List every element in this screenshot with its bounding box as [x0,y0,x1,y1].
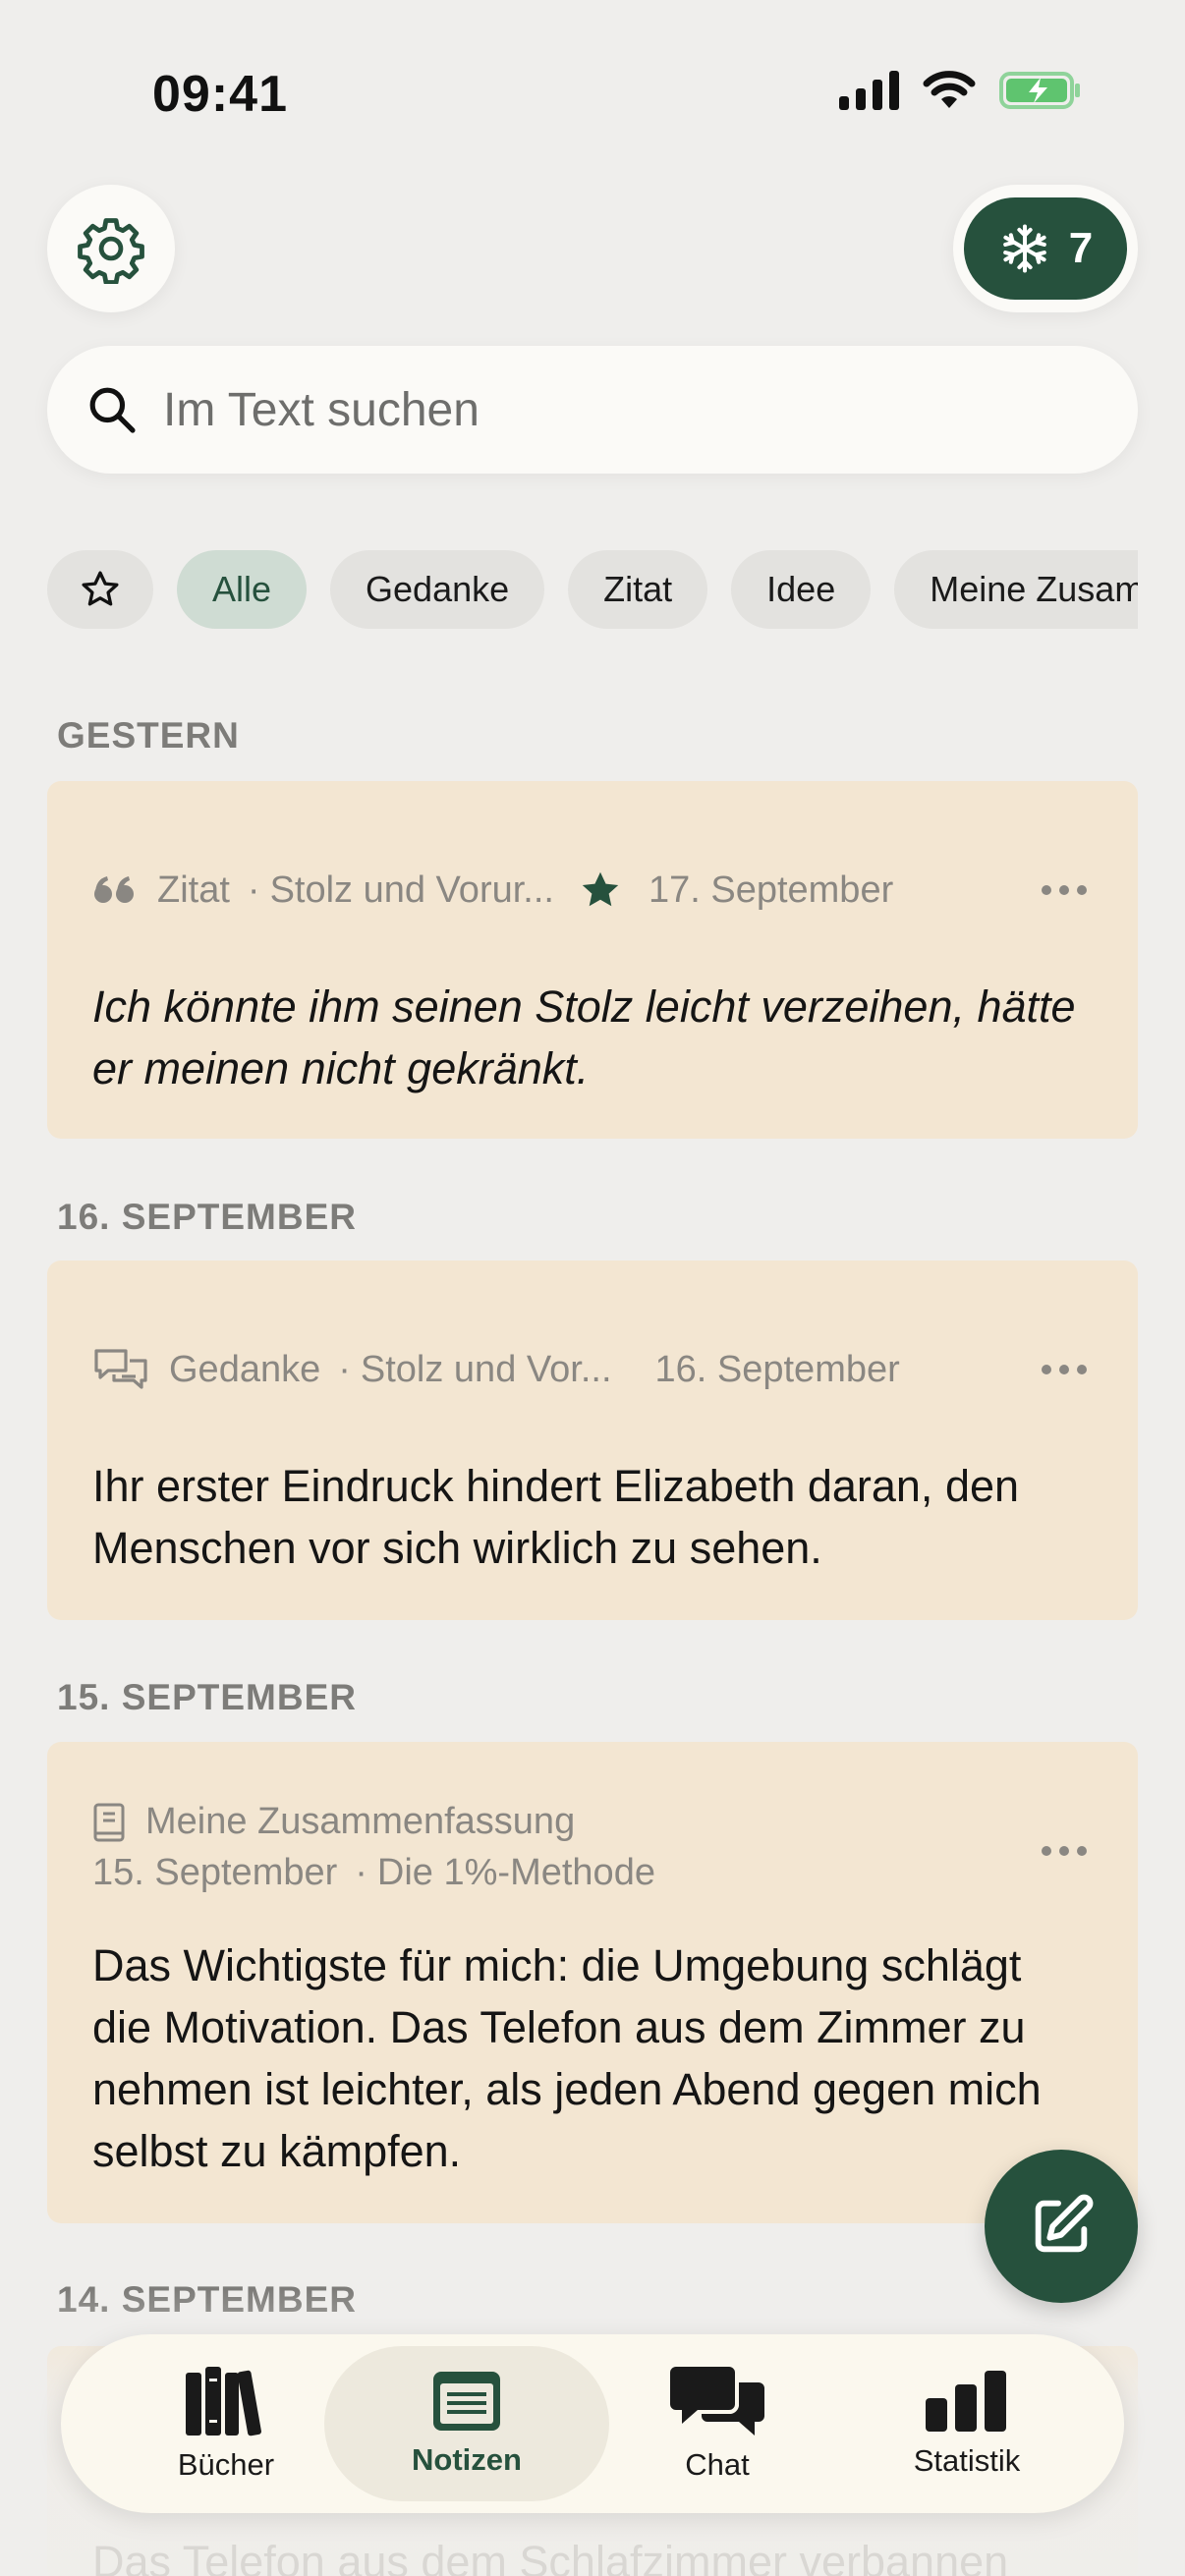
star-icon [82,571,119,606]
note-text: Ich könnte ihm seinen Stolz leicht verze… [92,981,1076,1093]
snowflake-icon [1002,224,1046,273]
tab-buecher[interactable]: Bücher [98,2346,354,2501]
note-date: 15. September [92,1852,338,1893]
tab-chat[interactable]: Chat [590,2346,845,2501]
meta-separator: · [338,1348,351,1390]
note-book: Stolz und Vor... [360,1348,612,1390]
note-type: Zitat [157,868,230,911]
section-label: 16. SEPTEMBER [57,1197,357,1237]
books-icon [186,2367,261,2436]
tab-bar: Bücher Notizen Chat Statistik [61,2334,1124,2513]
note-text: Ihr erster Eindruck hindert Elizabeth da… [92,1461,1020,1573]
chip-gedanke[interactable]: Gedanke [330,550,545,629]
note-type: Meine Zusammenfassung [145,1801,576,1842]
tab-label: Statistik [913,2443,1021,2478]
note-book: Die 1%-Methode [376,1852,655,1893]
chip-idee[interactable]: Idee [731,550,872,629]
streak-count: 7 [1068,224,1094,272]
settings-button[interactable] [47,185,175,312]
battery-icon [999,72,1080,109]
meta-separator: · [247,868,260,911]
wifi-icon [923,71,976,108]
status-bar: 09:41 [0,0,1185,187]
note-text: Das Wichtigste für mich: die Umgebung sc… [92,1940,1042,2176]
favorite-star-icon [582,871,619,907]
compose-icon [1035,2194,1094,2253]
notes-icon [433,2372,500,2431]
note-meta: Zitat · Stolz und Vorur... 17. September [92,868,1079,913]
note-card[interactable]: Gedanke · Stolz und Vor... 16. September… [47,1260,1138,1620]
gear-icon [78,218,144,284]
more-icon[interactable] [1042,885,1087,899]
section-label: 15. SEPTEMBER [57,1677,357,1717]
tab-statistik[interactable]: Statistik [839,2346,1095,2501]
note-meta: Gedanke · Stolz und Vor... 16. September [92,1347,1079,1392]
note-book: Stolz und Vorur... [269,868,554,911]
note-date: 16. September [654,1348,900,1390]
streak-badge: 7 [964,197,1127,300]
meta-separator: · [355,1852,367,1893]
tab-notizen[interactable]: Notizen [324,2346,609,2501]
chat-bubbles-icon [94,1349,147,1389]
cellular-signal-icon [839,71,899,110]
chat-icon [670,2367,764,2436]
chip-zitat[interactable]: Zitat [568,550,708,629]
tab-label: Notizen [412,2442,522,2477]
search-icon [89,387,136,433]
search-input[interactable] [163,382,1047,437]
favorites-filter-chip[interactable] [47,550,153,629]
status-time: 09:41 [152,66,288,123]
more-icon[interactable] [1042,1365,1087,1378]
note-type: Gedanke [169,1348,321,1390]
chip-meine-zusammenfassung[interactable]: Meine Zusammenfassung [894,550,1138,629]
status-icons [839,71,1082,110]
note-date: 17. September [648,868,894,911]
note-card[interactable]: Zitat · Stolz und Vorur... 17. September… [47,781,1138,1139]
more-icon[interactable] [1042,1846,1087,1860]
tab-label: Chat [685,2447,750,2482]
section-label: GESTERN [57,715,240,756]
new-note-button[interactable] [985,2150,1138,2303]
tab-label: Bücher [177,2447,275,2482]
note-meta: Meine Zusammenfassung [92,1801,1079,1843]
search-bar[interactable] [47,346,1138,474]
book-icon [93,1803,125,1841]
streak-button[interactable]: 7 [953,185,1138,312]
stats-icon [926,2371,1006,2432]
note-card[interactable]: Meine Zusammenfassung 15. September · Di… [47,1742,1138,2223]
chip-alle[interactable]: Alle [177,550,308,629]
note-meta-secondary: 15. September · Die 1%-Methode [92,1852,1079,1894]
note-text: Das Telefon aus dem Schlafzimmer verbann… [92,2537,1009,2576]
filter-chips: Alle Gedanke Zitat Idee Meine Zusammenfa… [47,550,1138,629]
quote-icon [94,876,134,903]
